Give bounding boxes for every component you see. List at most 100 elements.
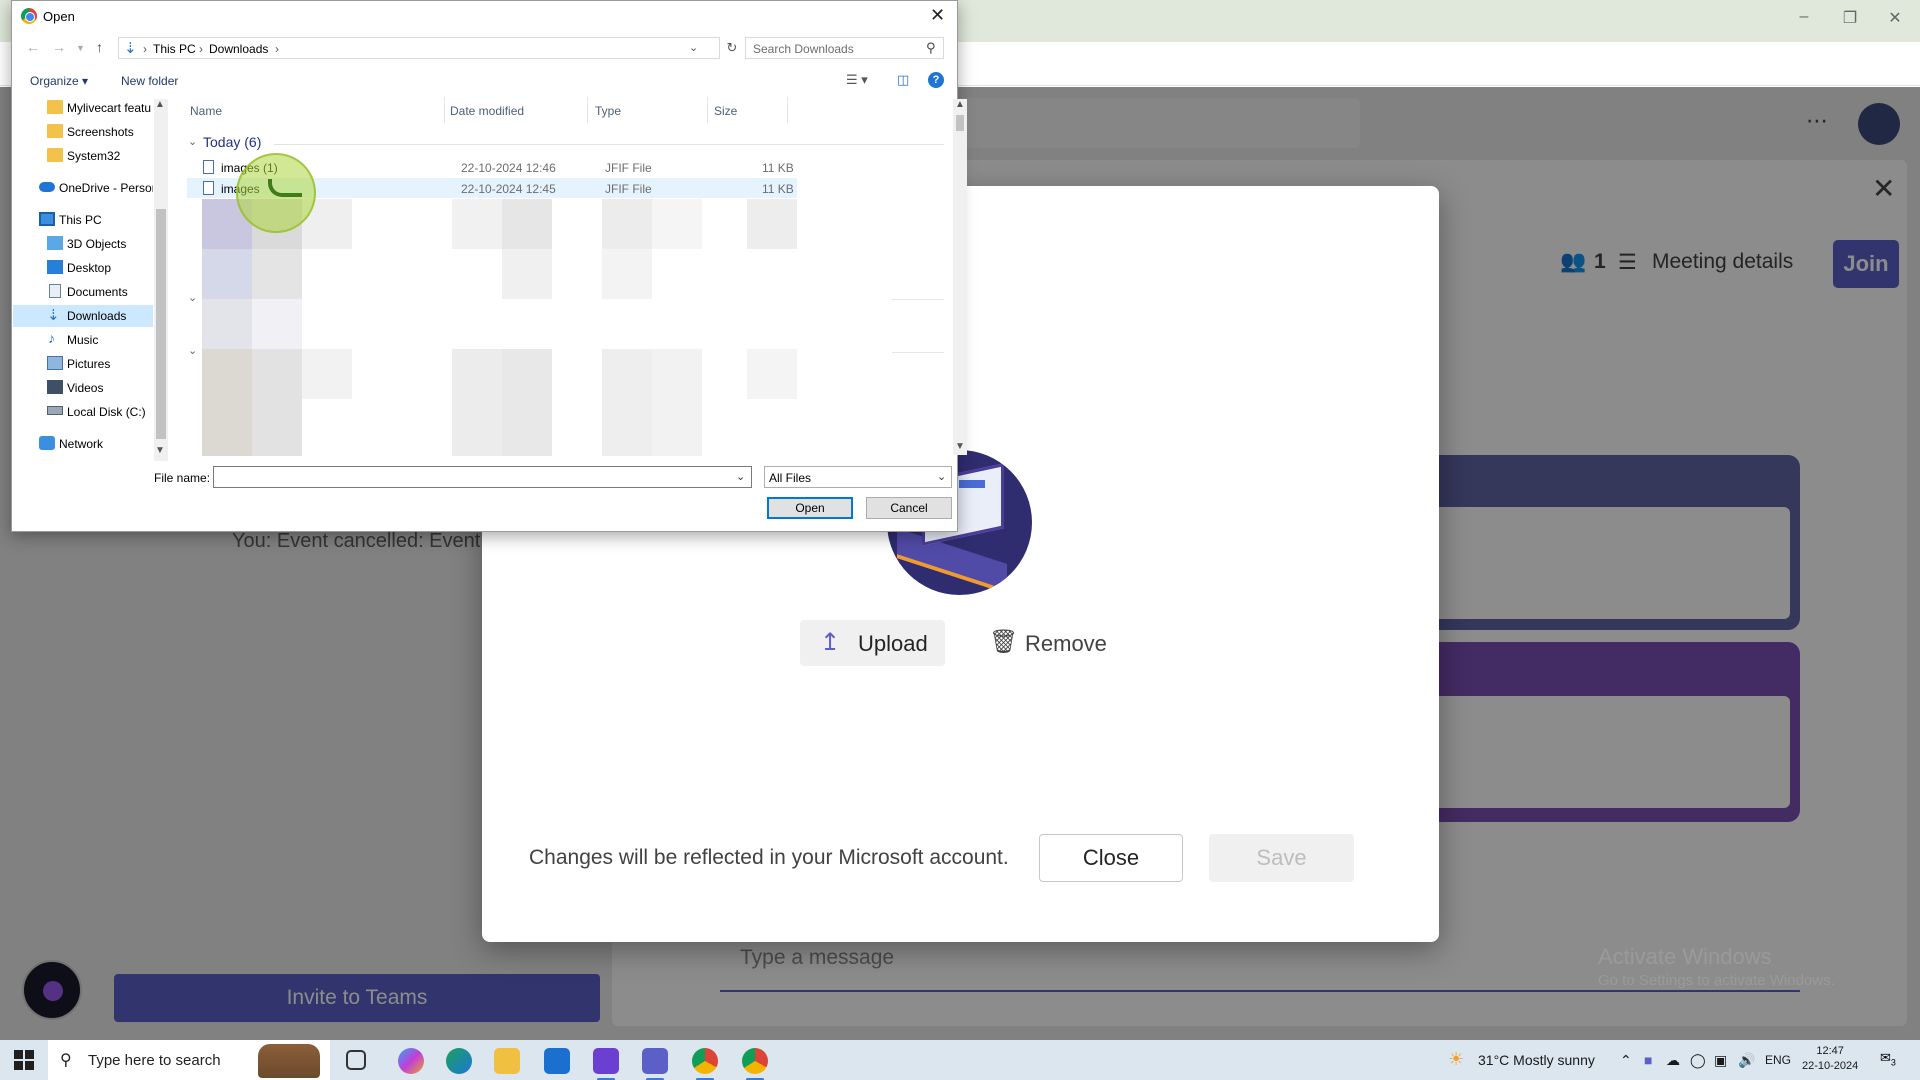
upload-button[interactable]: ↥ Upload	[800, 620, 945, 666]
teams-tray-icon[interactable]: ■	[1644, 1052, 1652, 1068]
column-size[interactable]: Size	[714, 104, 737, 118]
activate-windows-watermark: Activate Windows Go to Settings to activ…	[1598, 944, 1835, 989]
copilot-taskbar-icon[interactable]	[398, 1048, 424, 1074]
forms-icon[interactable]	[593, 1048, 619, 1080]
nav-scrollbar[interactable]	[154, 99, 168, 461]
save-button[interactable]: Save	[1209, 834, 1354, 882]
minimize-icon[interactable]: –	[1792, 8, 1816, 26]
nav-item-screenshots[interactable]: Screenshots	[13, 121, 153, 143]
scroll-down-icon[interactable]: ▼	[155, 445, 165, 456]
nav-item-mylivecart[interactable]: Mylivecart featu	[13, 97, 153, 119]
windows-start-icon[interactable]	[14, 1050, 34, 1070]
dialog-title: Open	[43, 9, 75, 24]
view-options-icon[interactable]: ☰ ▾	[846, 72, 868, 88]
nav-item-documents[interactable]: Documents	[13, 281, 153, 303]
cancel-button[interactable]: Cancel	[866, 497, 952, 519]
nav-item-onedrive[interactable]: OneDrive - Persor	[13, 177, 153, 199]
file-type-select[interactable]: All Files ⌄	[764, 466, 952, 488]
recent-dropdown-icon[interactable]: ▼	[76, 43, 85, 53]
column-type[interactable]: Type	[595, 104, 621, 118]
download-icon: ⇣	[47, 307, 60, 324]
teams-icon[interactable]	[642, 1048, 668, 1080]
file-name-input[interactable]: ⌄	[213, 466, 752, 488]
scroll-down-icon[interactable]: ▼	[955, 441, 965, 452]
open-button[interactable]: Open	[767, 497, 853, 519]
cube-icon	[47, 236, 63, 250]
weather-icon[interactable]: ☀	[1448, 1049, 1464, 1070]
task-view-icon[interactable]	[346, 1050, 366, 1070]
image-file-icon	[203, 181, 214, 195]
network-tray-icon[interactable]: ▣	[1714, 1052, 1727, 1069]
redacted-file-list	[202, 199, 797, 456]
close-window-icon[interactable]: ✕	[1883, 8, 1907, 28]
nav-item-music[interactable]: ♪ Music	[13, 329, 153, 351]
collapse-group-icon[interactable]: ⌄	[188, 135, 197, 148]
restore-icon[interactable]: ❐	[1838, 8, 1862, 28]
organize-menu[interactable]: Organize ▾	[30, 74, 88, 88]
nav-item-pictures[interactable]: Pictures	[13, 353, 153, 375]
cloud-icon	[39, 182, 55, 192]
file-name-label: File name:	[154, 471, 211, 485]
collapse-group-icon[interactable]: ⌄	[188, 344, 197, 357]
edge-icon[interactable]	[446, 1048, 472, 1074]
image-file-icon	[203, 160, 214, 174]
notification-icon[interactable]: ✉3	[1880, 1050, 1902, 1070]
help-icon[interactable]: ?	[928, 72, 944, 88]
column-name[interactable]: Name	[190, 104, 222, 118]
address-bar[interactable]: ⇣ › This PC › Downloads › ⌄	[118, 37, 720, 59]
collapse-group-icon[interactable]: ⌄	[188, 291, 197, 304]
navigation-pane: Mylivecart featu Screenshots System32 On…	[13, 97, 168, 461]
file-list-scrollbar[interactable]	[953, 99, 967, 455]
weather-text[interactable]: 31°C Mostly sunny	[1478, 1052, 1595, 1068]
meet-now-icon[interactable]: ◯	[1690, 1052, 1706, 1069]
onedrive-tray-icon[interactable]: ☁	[1666, 1052, 1680, 1069]
file-open-dialog: Open ✕ ← → ▼ ↑ ⇣ › This PC › Downloads ›…	[11, 0, 967, 532]
scroll-up-icon[interactable]: ▲	[155, 99, 165, 110]
preview-pane-icon[interactable]: ◫	[897, 72, 909, 88]
nav-item-local-disk[interactable]: Local Disk (C:)	[13, 401, 153, 423]
nav-item-videos[interactable]: Videos	[13, 377, 153, 399]
download-folder-icon: ⇣	[124, 40, 137, 57]
breadcrumb-downloads[interactable]: Downloads	[209, 42, 268, 56]
forward-arrow-icon[interactable]: →	[52, 39, 66, 55]
volume-icon[interactable]: 🔊	[1738, 1052, 1755, 1069]
nav-item-this-pc[interactable]: This PC	[13, 209, 153, 231]
up-arrow-icon[interactable]: ↑	[96, 39, 103, 55]
close-button[interactable]: Close	[1039, 834, 1183, 882]
nav-item-3d-objects[interactable]: 3D Objects	[13, 233, 153, 255]
upload-arrow-icon: ↥	[820, 629, 841, 656]
group-header-today[interactable]: Today (6)	[203, 134, 261, 150]
search-icon: ⚲	[926, 40, 936, 55]
taskbar-search[interactable]: ⚲ Type here to search	[48, 1040, 330, 1080]
desktop-icon	[47, 260, 63, 274]
network-icon	[39, 436, 55, 450]
nav-item-network[interactable]: Network	[13, 433, 153, 455]
file-explorer-icon[interactable]	[494, 1048, 520, 1074]
chrome-icon[interactable]	[742, 1048, 768, 1080]
computer-icon	[39, 212, 55, 226]
folder-icon	[47, 124, 63, 138]
clock[interactable]: 12:47 22-10-2024	[1802, 1044, 1858, 1074]
search-downloads-input[interactable]: Search Downloads ⚲	[745, 37, 944, 59]
breadcrumb-this-pc[interactable]: This PC	[153, 42, 196, 56]
nav-item-system32[interactable]: System32	[13, 145, 153, 167]
cursor-highlight	[236, 153, 316, 233]
chrome-icon[interactable]	[692, 1048, 718, 1080]
new-folder-button[interactable]: New folder	[121, 74, 178, 88]
pictures-icon	[47, 356, 63, 370]
show-hidden-icons[interactable]: ⌃	[1620, 1052, 1632, 1069]
disk-icon	[47, 406, 63, 415]
dialog-titlebar: Open ✕	[12, 1, 957, 32]
nav-item-downloads[interactable]: ⇣ Downloads	[13, 305, 153, 327]
refresh-icon[interactable]: ↻	[723, 37, 741, 59]
remove-button[interactable]: 🗑 Remove	[985, 620, 1115, 666]
mail-icon[interactable]	[544, 1048, 570, 1074]
scroll-up-icon[interactable]: ▲	[955, 99, 965, 110]
back-arrow-icon[interactable]: ←	[26, 39, 40, 55]
address-dropdown-icon[interactable]: ⌄	[689, 41, 698, 54]
nav-item-desktop[interactable]: Desktop	[13, 257, 153, 279]
chevron-down-icon[interactable]: ⌄	[736, 470, 745, 483]
dialog-close-icon[interactable]: ✕	[930, 5, 945, 26]
language-indicator[interactable]: ENG	[1765, 1053, 1791, 1067]
column-date-modified[interactable]: Date modified	[450, 104, 524, 118]
